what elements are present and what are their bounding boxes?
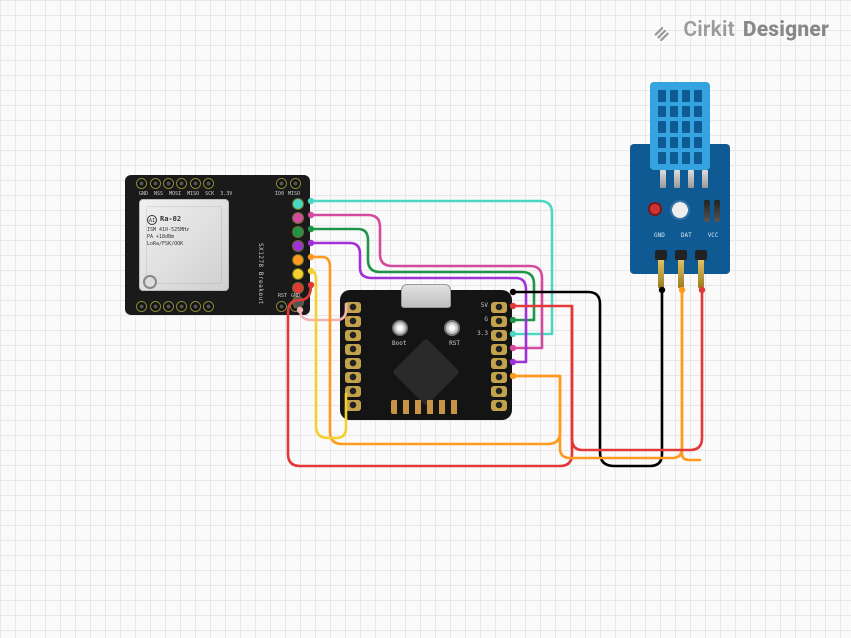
brand-word-1: Cirkit [683,18,735,42]
capacitor-icon [670,200,690,220]
power-led-icon [648,202,662,216]
lora-top-labels: GND NSS MOSI MISO SCK 3.3V [139,191,232,197]
lora-side-label: SX1278 Breakout [257,243,264,305]
boot-label: Boot [392,340,406,347]
ufl-connector-icon [143,275,157,289]
pin-3v3: 3.3 [477,330,488,337]
dht-header-pins [658,258,704,288]
brand-word-2: Designer [743,18,829,42]
brand-logo: Cirkit Designer [653,18,829,42]
boot-button[interactable] [392,320,408,336]
dht-pin-labels: GND DAT VCC [654,232,719,239]
esp-left-pins [345,302,361,411]
esp-right-pins [491,302,507,411]
rst-label: RST [449,340,460,347]
pin-g: G [484,316,488,323]
component-esp32c3[interactable]: Boot RST 5V G 3.3 [340,290,512,420]
resistors-icon [704,200,720,222]
logo-icon [653,19,675,41]
esp-chip-icon [392,338,460,406]
circuit-canvas[interactable]: Cirkit Designer AI Ra-02 ISM 410-525MHz … [0,0,851,638]
pcb-antenna-icon [391,400,461,414]
reset-button[interactable] [444,320,460,336]
pin-5v: 5V [481,302,488,309]
usb-c-port-icon [401,284,451,308]
component-lora-ra02[interactable]: AI Ra-02 ISM 410-525MHz PA +18dBm LoRa/F… [125,175,310,315]
lora-botr-labels: RST GND [278,293,300,299]
component-dht11[interactable]: GND DAT VCC [630,82,730,282]
dht-sensor-body [650,82,710,170]
lora-topr-labels: IO0 MISO [275,191,300,197]
